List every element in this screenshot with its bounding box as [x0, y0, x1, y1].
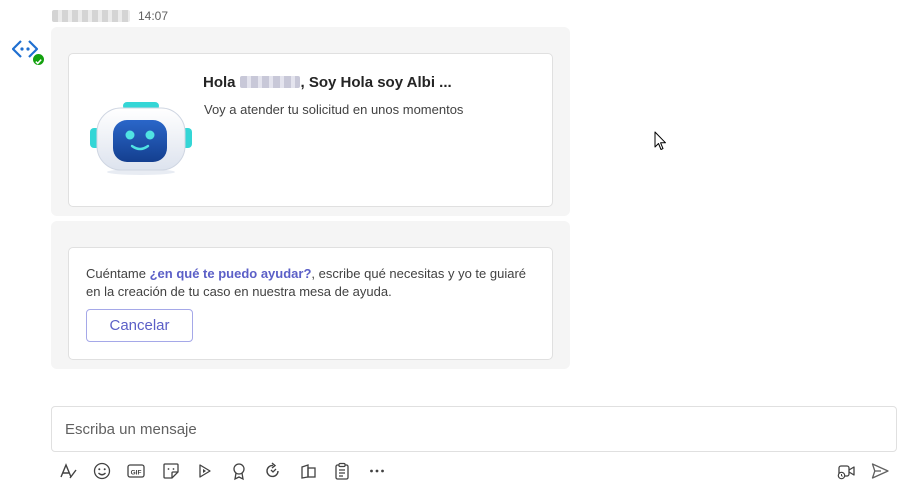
apps-icon[interactable]	[297, 460, 319, 482]
greeting-suffix: , Soy Hola soy Albi ...	[300, 74, 452, 91]
gif-icon[interactable]: GIF	[125, 460, 147, 482]
emoji-icon[interactable]	[91, 460, 113, 482]
praise-icon[interactable]	[228, 460, 250, 482]
loop-icon[interactable]	[194, 460, 216, 482]
instructions-highlight: ¿en qué te puedo ayudar?	[149, 266, 312, 281]
message-input[interactable]	[52, 407, 896, 451]
format-icon[interactable]	[57, 460, 79, 482]
checkmark-icon	[35, 59, 42, 65]
svg-text:GIF: GIF	[131, 469, 142, 476]
greeting-title: Hola , Soy Hola soy Albi ...	[203, 74, 452, 91]
greeting-prefix: Hola	[203, 74, 236, 91]
sender-name-redacted	[52, 10, 130, 22]
presence-available-badge	[31, 52, 46, 67]
sticker-icon[interactable]	[160, 460, 182, 482]
greeting-subtitle: Voy a atender tu solicitud en unos momen…	[204, 102, 464, 117]
help-instructions: Cuéntame ¿en qué te puedo ayudar?, escri…	[86, 265, 531, 301]
help-prompt-card	[68, 247, 553, 360]
refresh-icon[interactable]	[262, 460, 284, 482]
forms-icon[interactable]	[331, 460, 353, 482]
instructions-start: Cuéntame	[86, 266, 150, 281]
cancel-button[interactable]: Cancelar	[86, 309, 193, 342]
more-icon[interactable]	[366, 460, 388, 482]
meet-now-icon[interactable]	[835, 460, 857, 482]
user-name-redacted	[239, 76, 300, 88]
mouse-cursor-icon	[654, 131, 668, 153]
robot-illustration	[87, 98, 195, 176]
send-icon[interactable]	[869, 460, 891, 482]
compose-box[interactable]	[51, 406, 897, 452]
message-timestamp: 14:07	[138, 9, 169, 23]
